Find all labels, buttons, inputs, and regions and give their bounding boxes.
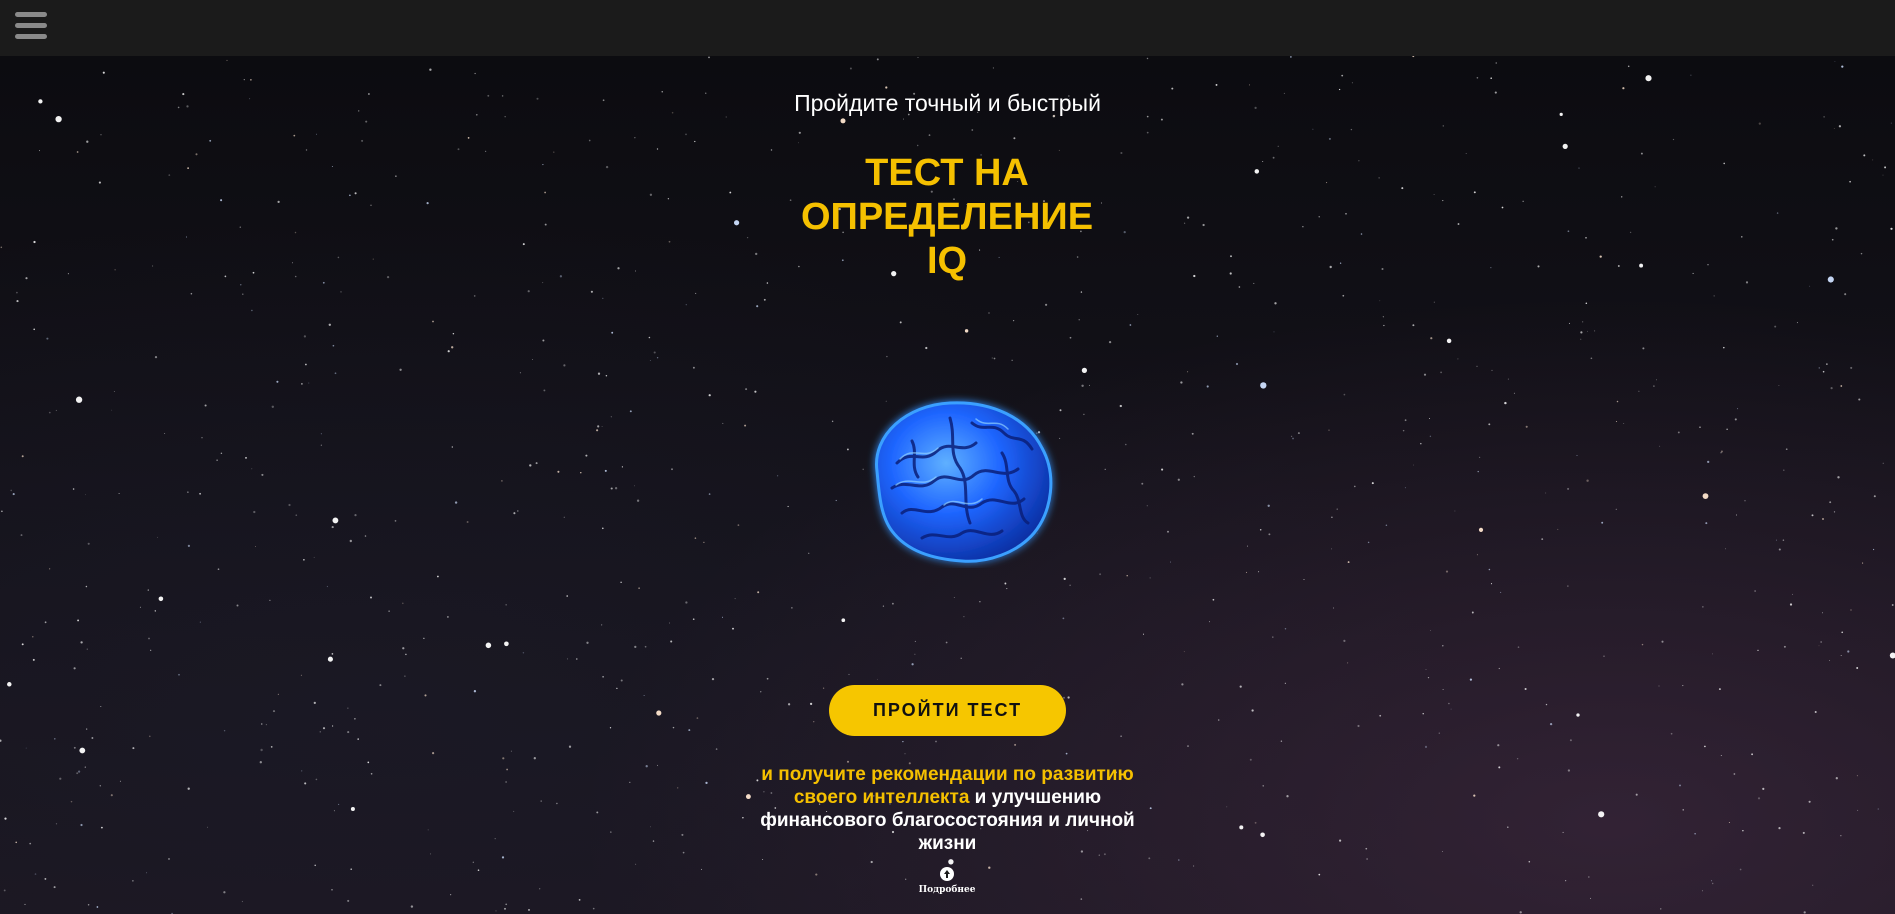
hero-title: ТЕСТ НА ОПРЕДЕЛЕНИЕ IQ [747, 151, 1147, 283]
top-bar [0, 0, 1895, 56]
brain-illustration [875, 401, 1053, 563]
more-link[interactable]: Подробнее [897, 867, 997, 907]
menu-bar-bottom [15, 34, 47, 39]
menu-bar-top [15, 12, 47, 17]
hero-subtitle: Пройдите точный и быстрый [794, 90, 1101, 116]
arrow-up-circle-icon [940, 867, 954, 881]
hero-description: и получите рекомендации по развитию свое… [757, 763, 1138, 855]
hero-title-line-3: IQ [926, 240, 968, 282]
hamburger-menu-icon[interactable] [15, 12, 47, 42]
more-label: Подробнее [918, 885, 976, 895]
hero-title-line-1: ТЕСТ НА [865, 152, 1029, 194]
take-test-button[interactable]: ПРОЙТИ ТЕСТ [829, 685, 1066, 736]
hero-title-line-2: ОПРЕДЕЛЕНИЕ [800, 196, 1094, 238]
menu-bar-middle [15, 23, 47, 28]
page: Пройдите точный и быстрый ТЕСТ НА ОПРЕДЕ… [0, 0, 1895, 914]
hero-section: Пройдите точный и быстрый ТЕСТ НА ОПРЕДЕ… [0, 0, 1895, 914]
